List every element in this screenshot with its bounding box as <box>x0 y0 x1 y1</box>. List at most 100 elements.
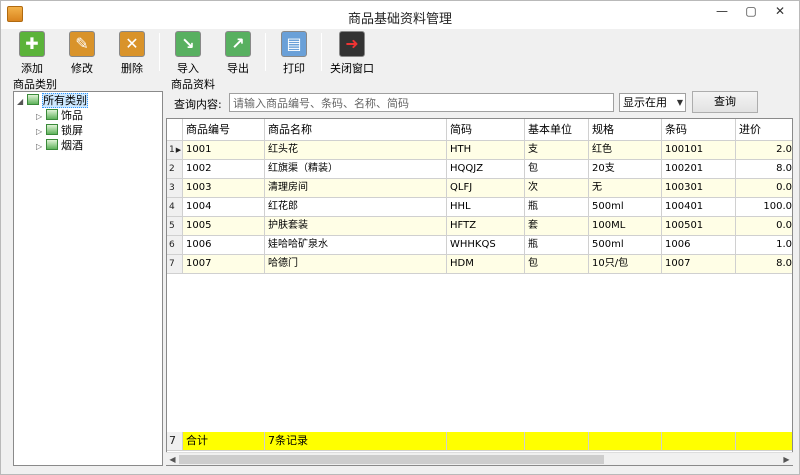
toolbar-separator <box>265 33 266 71</box>
expand-icon[interactable]: ▷ <box>36 110 46 124</box>
close-window-button[interactable]: ➜ 关闭窗口 <box>329 31 375 75</box>
tree-item-lockscreen[interactable]: ▷ 锁屏 <box>36 124 83 138</box>
table-cell-code[interactable]: 1005 <box>183 217 265 236</box>
table-cell-unit[interactable]: 瓶 <box>525 198 589 217</box>
table-cell-barcode[interactable]: 1007 <box>662 255 736 274</box>
row-number: 5 <box>167 217 183 236</box>
table-cell-abbr[interactable]: HDM <box>447 255 525 274</box>
table-cell-spec[interactable]: 100ML <box>589 217 662 236</box>
footer-cell <box>662 432 736 451</box>
table-cell-price[interactable]: 8.0 <box>736 255 792 274</box>
table-cell-spec[interactable]: 10只/包 <box>589 255 662 274</box>
toolbar-separator <box>321 33 322 71</box>
table-cell-name[interactable]: 娃哈哈矿泉水 <box>265 236 447 255</box>
table-cell-spec[interactable]: 红色 <box>589 141 662 160</box>
table-cell-name[interactable]: 红旗渠（精装） <box>265 160 447 179</box>
table-row[interactable]: 2 1002 红旗渠（精装） HQQJZ 包 20支 100201 8.0 <box>167 160 792 179</box>
print-button[interactable]: ▤ 打印 <box>275 31 313 75</box>
tree-item-accessories[interactable]: ▷ 饰品 <box>36 109 83 123</box>
column-header[interactable]: 简码 <box>447 119 525 141</box>
close-window-label: 关闭窗口 <box>330 62 374 75</box>
table-cell-price[interactable]: 8.0 <box>736 160 792 179</box>
tree-item-all[interactable]: ◢ 所有类别 <box>17 93 88 109</box>
table-cell-code[interactable]: 1001 <box>183 141 265 160</box>
table-row[interactable]: 4 1004 红花郎 HHL 瓶 500ml 100401 100.0 <box>167 198 792 217</box>
horizontal-scrollbar[interactable]: ◀ ▶ <box>166 452 793 465</box>
table-cell-barcode[interactable]: 1006 <box>662 236 736 255</box>
table-cell-abbr[interactable]: WHHKQS <box>447 236 525 255</box>
table-cell-name[interactable]: 红花郎 <box>265 198 447 217</box>
scroll-left-icon[interactable]: ◀ <box>166 453 179 466</box>
column-header[interactable]: 进价 <box>736 119 792 141</box>
footer-label: 合计 <box>183 432 265 451</box>
column-header[interactable]: 条码 <box>662 119 736 141</box>
table-cell-name[interactable]: 护肤套装 <box>265 217 447 236</box>
delete-button[interactable]: ✕ 删除 <box>113 31 151 75</box>
table-cell-spec[interactable]: 500ml <box>589 198 662 217</box>
table-cell-price[interactable]: 0.0 <box>736 179 792 198</box>
footer-count: 7条记录 <box>265 432 447 451</box>
table-cell-price[interactable]: 1.0 <box>736 236 792 255</box>
close-button[interactable]: ✕ <box>761 1 799 23</box>
table-cell-price[interactable]: 0.0 <box>736 217 792 236</box>
expand-icon[interactable]: ▷ <box>36 140 46 154</box>
column-header[interactable]: 商品编号 <box>183 119 265 141</box>
table-cell-barcode[interactable]: 100101 <box>662 141 736 160</box>
status-filter-select[interactable]: 显示在用 ▼ <box>619 93 686 112</box>
table-row[interactable]: 6 1006 娃哈哈矿泉水 WHHKQS 瓶 500ml 1006 1.0 <box>167 236 792 255</box>
table-row[interactable]: 1▶ 1001 红头花 HTH 支红色 100101 2.0 <box>167 141 792 160</box>
query-label: 查询内容: <box>174 98 222 111</box>
tree-item-label: 烟酒 <box>61 139 83 152</box>
table-cell-unit[interactable]: 包 <box>525 160 589 179</box>
table-cell-price[interactable]: 100.0 <box>736 198 792 217</box>
exit-icon: ➜ <box>339 31 365 57</box>
table-cell-abbr[interactable]: HFTZ <box>447 217 525 236</box>
table-cell-unit[interactable]: 包 <box>525 255 589 274</box>
query-button[interactable]: 查询 <box>692 91 758 113</box>
column-header[interactable]: 规格 <box>589 119 662 141</box>
table-cell-barcode[interactable]: 100301 <box>662 179 736 198</box>
table-cell-unit[interactable]: 次 <box>525 179 589 198</box>
table-cell-abbr[interactable]: QLFJ <box>447 179 525 198</box>
table-cell-spec[interactable]: 无 <box>589 179 662 198</box>
minimize-button[interactable]: — <box>707 1 737 23</box>
table-cell-barcode[interactable]: 100401 <box>662 198 736 217</box>
table-row[interactable]: 7 1007 哈德门 HDM 包 10只/包 1007 8.0 <box>167 255 792 274</box>
table-cell-spec[interactable]: 20支 <box>589 160 662 179</box>
tree-item-tobacco-alcohol[interactable]: ▷ 烟酒 <box>36 139 83 153</box>
import-button[interactable]: ↘ 导入 <box>169 31 207 75</box>
goods-table: 商品编号 商品名称 简码 基本单位 规格 条码 进价 1▶ 1001 红头花 HTH 支… <box>166 118 793 466</box>
table-cell-abbr[interactable]: HQQJZ <box>447 160 525 179</box>
edit-button[interactable]: ✎ 修改 <box>63 31 101 75</box>
row-number: 2 <box>167 160 183 179</box>
expand-icon[interactable]: ▷ <box>36 125 46 139</box>
table-cell-name[interactable]: 哈德门 <box>265 255 447 274</box>
column-header[interactable]: 基本单位 <box>525 119 589 141</box>
table-row[interactable]: 5 1005 护肤套装 HFTZ 套 100ML 100501 0.0 <box>167 217 792 236</box>
table-cell-unit[interactable]: 套 <box>525 217 589 236</box>
table-row[interactable]: 3 1003 清理房间 QLFJ 次无 100301 0.0 <box>167 179 792 198</box>
export-button[interactable]: ↗ 导出 <box>219 31 257 75</box>
table-cell-code[interactable]: 1006 <box>183 236 265 255</box>
table-cell-code[interactable]: 1004 <box>183 198 265 217</box>
scroll-right-icon[interactable]: ▶ <box>780 453 793 466</box>
table-cell-barcode[interactable]: 100201 <box>662 160 736 179</box>
table-cell-unit[interactable]: 支 <box>525 141 589 160</box>
column-header[interactable]: 商品名称 <box>265 119 447 141</box>
table-cell-name[interactable]: 红头花 <box>265 141 447 160</box>
table-cell-code[interactable]: 1007 <box>183 255 265 274</box>
search-input[interactable]: 请输入商品编号、条码、名称、简码 <box>229 93 614 112</box>
scroll-thumb[interactable] <box>179 455 604 464</box>
table-cell-spec[interactable]: 500ml <box>589 236 662 255</box>
table-cell-name[interactable]: 清理房间 <box>265 179 447 198</box>
table-cell-price[interactable]: 2.0 <box>736 141 792 160</box>
table-cell-abbr[interactable]: HTH <box>447 141 525 160</box>
table-cell-code[interactable]: 1003 <box>183 179 265 198</box>
table-cell-unit[interactable]: 瓶 <box>525 236 589 255</box>
collapse-icon[interactable]: ◢ <box>17 95 27 109</box>
window-title: 商品基础资料管理 <box>347 12 452 27</box>
table-cell-code[interactable]: 1002 <box>183 160 265 179</box>
table-cell-abbr[interactable]: HHL <box>447 198 525 217</box>
add-button[interactable]: ✚ 添加 <box>13 31 51 75</box>
table-cell-barcode[interactable]: 100501 <box>662 217 736 236</box>
